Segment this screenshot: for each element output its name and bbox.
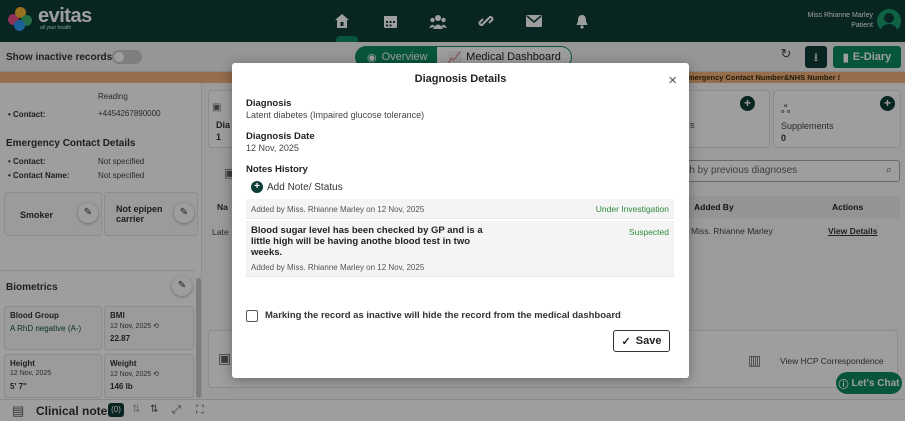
diagnosis-details-modal: Diagnosis Details × Diagnosis Latent dia…	[232, 63, 689, 378]
note-text: Blood sugar level has been checked by GP…	[251, 225, 483, 258]
mark-inactive-label: Marking the record as inactive will hide…	[265, 310, 621, 321]
note-item: Blood sugar level has been checked by GP…	[246, 221, 674, 277]
check-icon: ✓	[621, 335, 631, 348]
plus-circle-icon: +	[251, 181, 263, 193]
add-note-label: Add Note/ Status	[267, 181, 343, 193]
save-button[interactable]: ✓ Save	[613, 330, 670, 352]
note-author: Added by Miss. Rhianne Marley on 12 Nov,…	[251, 263, 425, 272]
diagnosis-label: Diagnosis	[246, 98, 292, 109]
note-author: Added by Miss. Rhianne Marley on 12 Nov,…	[251, 205, 425, 214]
note-status: Under Investigation	[595, 204, 669, 214]
save-label: Save	[635, 335, 662, 347]
close-icon[interactable]: ×	[668, 73, 677, 88]
notes-history-label: Notes History	[246, 164, 308, 175]
modal-title: Diagnosis Details	[414, 73, 507, 85]
diagnosis-value: Latent diabetes (Impaired glucose tolera…	[246, 110, 425, 120]
diagnosis-date-value: 12 Nov, 2025	[246, 143, 299, 153]
mark-inactive-checkbox[interactable]	[246, 310, 258, 322]
add-note-button[interactable]: + Add Note/ Status	[251, 181, 343, 193]
note-item: Added by Miss. Rhianne Marley on 12 Nov,…	[246, 199, 674, 219]
note-status: Suspected	[628, 227, 669, 237]
diagnosis-date-label: Diagnosis Date	[246, 131, 315, 142]
